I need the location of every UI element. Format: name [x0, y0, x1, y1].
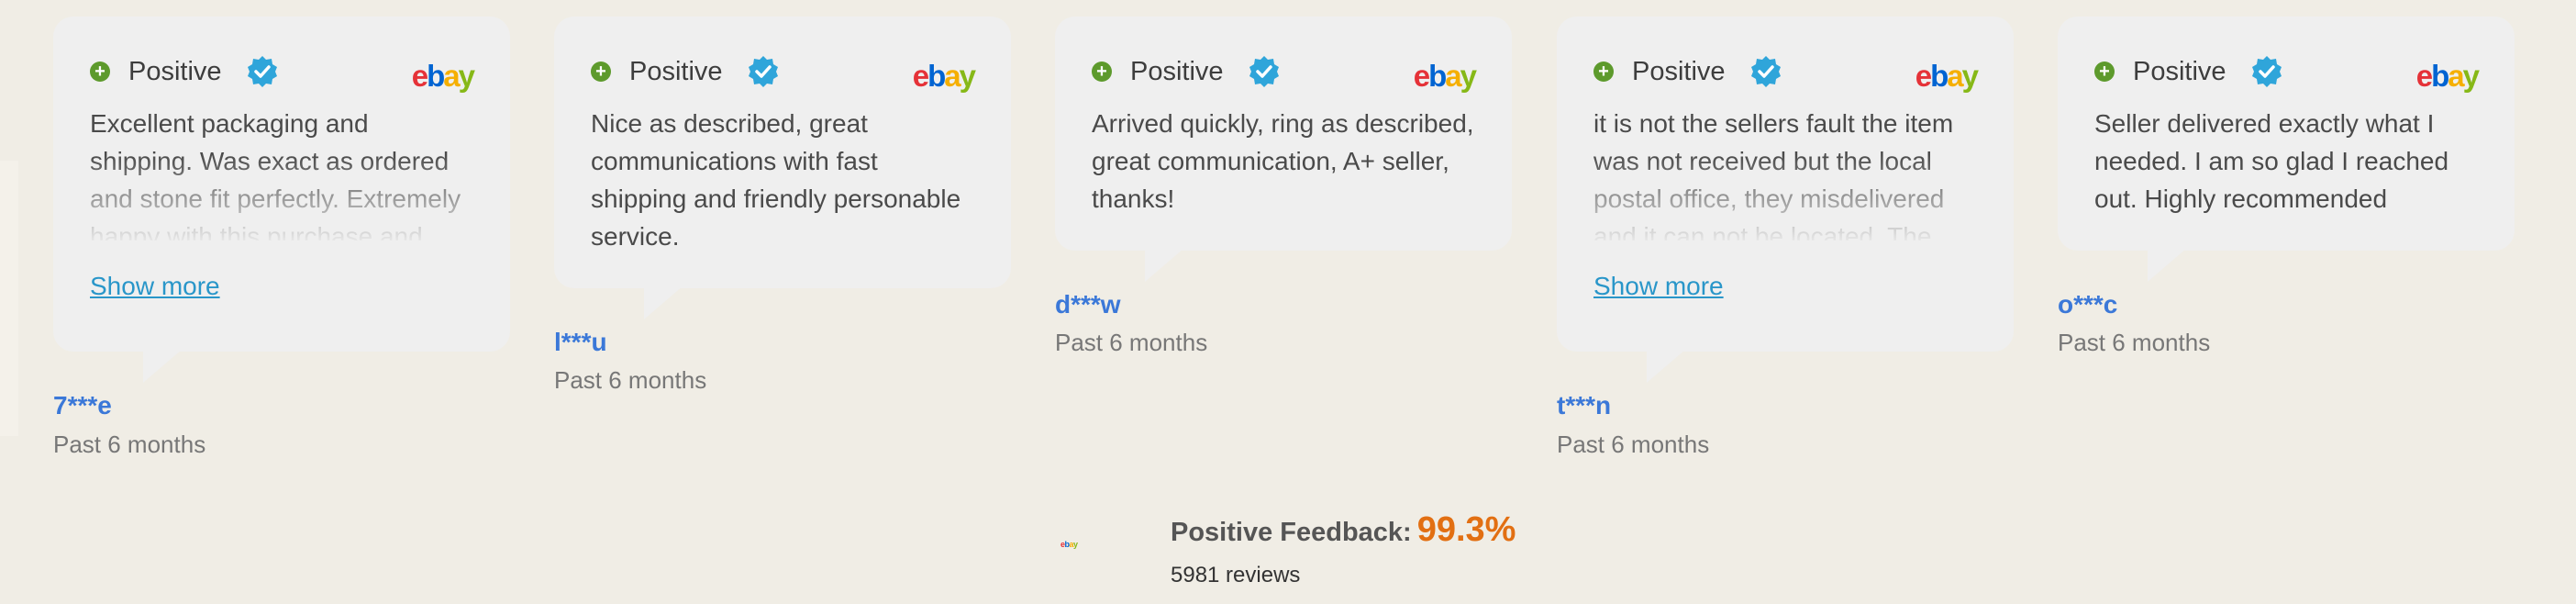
verified-badge-icon — [748, 56, 778, 87]
review-bubble: + Positive ebay Nice as described, great… — [554, 17, 1011, 319]
review-text: Excellent packaging and shipping. Was ex… — [90, 109, 461, 240]
review-card: + Positive ebay Arrived quickly, ring as… — [1055, 17, 1512, 282]
ebay-logo: ebay — [2415, 59, 2480, 93]
sentiment-label: Positive — [128, 56, 222, 86]
sentiment-label: Positive — [1130, 56, 1224, 86]
reviews-count: 5981 reviews — [1171, 563, 1301, 587]
review-card: + Positive ebay Seller delivered exactly… — [2058, 17, 2515, 282]
ebay-logo: ebay — [912, 59, 976, 93]
review-card: + Positive ebay it is not the sellers fa… — [1557, 17, 2014, 383]
ebay-logo: ebay — [1413, 59, 1477, 93]
review-text-clipped: it is not the sellers fault the item was… — [1593, 90, 1977, 240]
show-more-link[interactable]: Show more — [1593, 272, 1724, 301]
verified-badge-icon — [247, 56, 277, 87]
verified-badge-icon — [1249, 56, 1279, 87]
card-header: + Positive ebay — [2094, 53, 2480, 93]
review-text: Seller delivered exactly what I needed. … — [2094, 109, 2449, 213]
review-bubble: + Positive ebay Excellent packaging and … — [53, 17, 510, 383]
review-time: Past 6 months — [1055, 329, 1208, 356]
review-card: + Positive ebay Excellent packaging and … — [53, 17, 510, 383]
review-bubble: + Positive ebay Arrived quickly, ring as… — [1055, 17, 1512, 282]
review-card: + Positive ebay Nice as described, great… — [554, 17, 1011, 319]
sentiment-label: Positive — [629, 56, 723, 86]
review-bubble: + Positive ebay Seller delivered exactly… — [2058, 17, 2515, 282]
plus-circle-icon: + — [90, 62, 110, 82]
reviewer-name[interactable]: 7***e — [53, 391, 112, 420]
positive-feedback-line: Positive Feedback: 99.3% — [1171, 510, 1516, 550]
review-text: Arrived quickly, ring as described, grea… — [1092, 109, 1474, 213]
ebay-logo: ebay — [1915, 59, 1979, 93]
review-time: Past 6 months — [53, 431, 206, 458]
card-header: + Positive ebay — [90, 53, 475, 93]
review-text: Nice as described, great communications … — [591, 109, 961, 251]
review-time: Past 6 months — [2058, 329, 2211, 356]
feedback-summary: Positive Feedback: 99.3% 5981 reviews — [1171, 510, 1516, 588]
review-time: Past 6 months — [554, 366, 707, 394]
review-text-clipped: Excellent packaging and shipping. Was ex… — [90, 90, 473, 240]
plus-circle-icon: + — [1593, 62, 1614, 82]
review-text: it is not the sellers fault the item was… — [1593, 109, 1954, 240]
reviewer-name[interactable]: o***c — [2058, 290, 2117, 319]
card-header: + Positive ebay — [1092, 53, 1477, 93]
show-more-link[interactable]: Show more — [90, 272, 220, 301]
sentiment-label: Positive — [2133, 56, 2226, 86]
reviewer-name[interactable]: l***u — [554, 328, 607, 357]
plus-circle-icon: + — [2094, 62, 2115, 82]
ebay-logo: ebay — [411, 59, 475, 93]
sentiment-label: Positive — [1632, 56, 1726, 86]
plus-circle-icon: + — [1092, 62, 1112, 82]
card-header: + Positive ebay — [591, 53, 976, 93]
positive-feedback-percent: 99.3% — [1416, 510, 1516, 549]
left-edge-panel — [0, 161, 18, 436]
ebay-mini-logo: ebay — [1060, 540, 1078, 549]
card-header: + Positive ebay — [1593, 53, 1979, 93]
reviewer-name[interactable]: d***w — [1055, 290, 1121, 319]
reviewer-name[interactable]: t***n — [1557, 391, 1611, 420]
review-bubble: + Positive ebay it is not the sellers fa… — [1557, 17, 2014, 383]
review-time: Past 6 months — [1557, 431, 1710, 458]
verified-badge-icon — [2251, 56, 2282, 87]
positive-feedback-label: Positive Feedback: — [1171, 518, 1412, 547]
verified-badge-icon — [1750, 56, 1781, 87]
plus-circle-icon: + — [591, 62, 611, 82]
